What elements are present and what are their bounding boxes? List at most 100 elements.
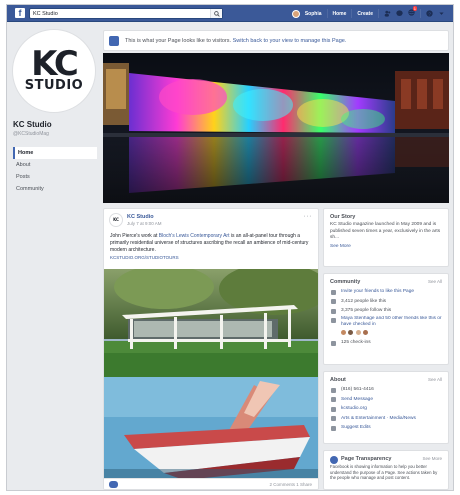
community-see-all[interactable]: See All [428,279,442,284]
facebook-circle-icon [330,456,338,464]
community-card: Community See All Invite your friends to… [323,273,449,365]
about-suggest-row[interactable]: Suggest Edits [324,423,448,433]
post-timestamp[interactable]: July 7 at 9:00 AM [127,221,162,226]
search-box [29,8,223,19]
friends-like-icon [331,318,336,323]
top-right-nav: Sophia Home Create 1 ? [291,5,445,22]
search-button[interactable] [210,9,222,18]
divider [326,9,328,18]
follow-icon [331,308,336,314]
friends-icon[interactable] [384,10,391,17]
post-image-house[interactable] [104,269,318,377]
about-row-text: Suggest Edits [341,425,371,430]
left-column: KC STUDIO KC Studio @KCStudioMag Home Ab… [13,30,97,195]
community-invite-row[interactable]: Invite your friends to like this Page [324,287,448,297]
page-profile-picture[interactable]: KC STUDIO [13,30,95,112]
post-text-lead: John Pierce's work at [110,233,159,239]
about-card: About See All (816) 561-4416 Send Messag… [323,371,449,444]
user-name-link[interactable]: Sophia [305,11,322,17]
cover-photo-image [103,53,449,203]
friend-faces [341,329,369,339]
community-friends-row[interactable]: Maya Stenhage and 50 other friends like … [324,316,448,329]
post-card: KC KC Studio July 7 at 9:00 AM ··· John … [103,208,319,490]
friend-avatar[interactable] [348,329,354,335]
post-options-button[interactable]: ··· [304,213,313,220]
divider [351,9,353,18]
banner-text: This is what your Page looks like to vis… [125,38,232,44]
page-nav: Home About Posts Community [13,147,97,195]
logo-text-kc: KC [31,44,79,84]
post-footer: 2 Comments 1 Share [104,478,318,489]
post-photo-1 [104,269,318,377]
transparency-body: Facebook is showing information to help … [330,464,438,481]
cover-photo[interactable] [103,53,449,203]
notifications-button[interactable]: 1 [408,6,417,18]
about-see-all[interactable]: See All [428,377,442,382]
eye-icon [109,36,119,46]
switch-view-link[interactable]: Switch back to your view to manage this … [233,38,347,44]
messenger-icon [331,397,336,402]
messenger-icon[interactable] [396,10,403,17]
about-row-text: kcstudio.org [341,406,367,411]
logo-text-studio: STUDIO [24,78,84,93]
about-message-row[interactable]: Send Message [324,395,448,405]
community-row-text: 3,412 people like this [341,298,387,304]
post-engagement-stats[interactable]: 2 Comments 1 Share [269,482,312,487]
banner-message: This is what your Page looks like to vis… [125,38,346,44]
search-icon [214,10,220,17]
account-menu-icon[interactable] [438,10,445,17]
our-story-body: KC Studio magazine launched in May 2009 … [330,222,441,240]
our-story-see-more[interactable]: See More [324,242,448,253]
notification-count-badge: 1 [412,6,417,11]
post-url-link[interactable]: KCSTUDIO.ORG/STUDIOTOURS [104,254,318,264]
visitor-view-banner: This is what your Page looks like to vis… [103,30,449,51]
post-header: KC KC Studio July 7 at 9:00 AM ··· [104,209,318,231]
invite-icon [331,289,336,295]
post-author-avatar[interactable]: KC [109,213,123,227]
community-faces-row [324,329,448,339]
page-transparency-card: Page Transparency See More Facebook is s… [323,450,449,490]
post-mention-link[interactable]: Bloch's Lewis Contemporary Art [159,233,230,239]
transparency-see-more[interactable]: See More [422,456,442,461]
about-website-row[interactable]: kcstudio.org [324,404,448,414]
community-row-text: 125 check-ins [341,340,371,345]
post-image-art[interactable] [104,377,318,480]
community-row-text: 3,375 people follow this [341,308,392,313]
svg-text:?: ? [428,11,431,17]
user-avatar[interactable] [291,9,300,18]
browser-page: f Sophia Home Create 1 ? [6,4,454,491]
facebook-logo-icon[interactable]: f [15,8,25,18]
nav-item-home[interactable]: Home [13,147,97,159]
community-likes-row: 3,412 people like this [324,297,448,307]
friend-avatar[interactable] [355,329,361,335]
friend-avatar[interactable] [341,329,346,335]
search-input[interactable] [30,9,210,18]
page-title[interactable]: KC Studio [13,120,97,129]
post-author-link[interactable]: KC Studio [127,214,154,220]
about-row-text: Arts & Entertainment · Media/News [341,415,416,421]
home-link[interactable]: Home [333,11,347,17]
like-reaction-icon[interactable] [109,481,118,488]
phone-icon [331,387,336,393]
facebook-top-bar: f Sophia Home Create 1 ? [7,5,453,22]
community-follows-row: 3,375 people follow this [324,306,448,316]
page-handle[interactable]: @KCStudioMag [13,131,97,137]
divider [420,9,421,18]
about-phone-row: (816) 561-4416 [324,385,448,395]
thumbs-up-icon [331,299,336,304]
create-link[interactable]: Create [357,11,373,17]
about-category-row[interactable]: Arts & Entertainment · Media/News [324,414,448,424]
check-in-icon [331,340,336,346]
post-body: John Pierce's work at Bloch's Lewis Cont… [104,231,318,254]
about-row-text: Send Message [341,396,373,402]
nav-item-posts[interactable]: Posts [13,171,97,183]
our-story-title: Our Story [330,214,356,220]
about-row-text: (816) 561-4416 [341,387,374,392]
nav-item-about[interactable]: About [13,159,97,171]
friend-avatar[interactable] [363,329,369,335]
help-icon[interactable]: ? [426,10,433,17]
community-row-text: Maya Stenhage and 50 other friends like … [341,315,442,328]
divider [378,9,379,18]
pencil-icon [331,425,336,431]
nav-item-community[interactable]: Community [13,183,97,195]
